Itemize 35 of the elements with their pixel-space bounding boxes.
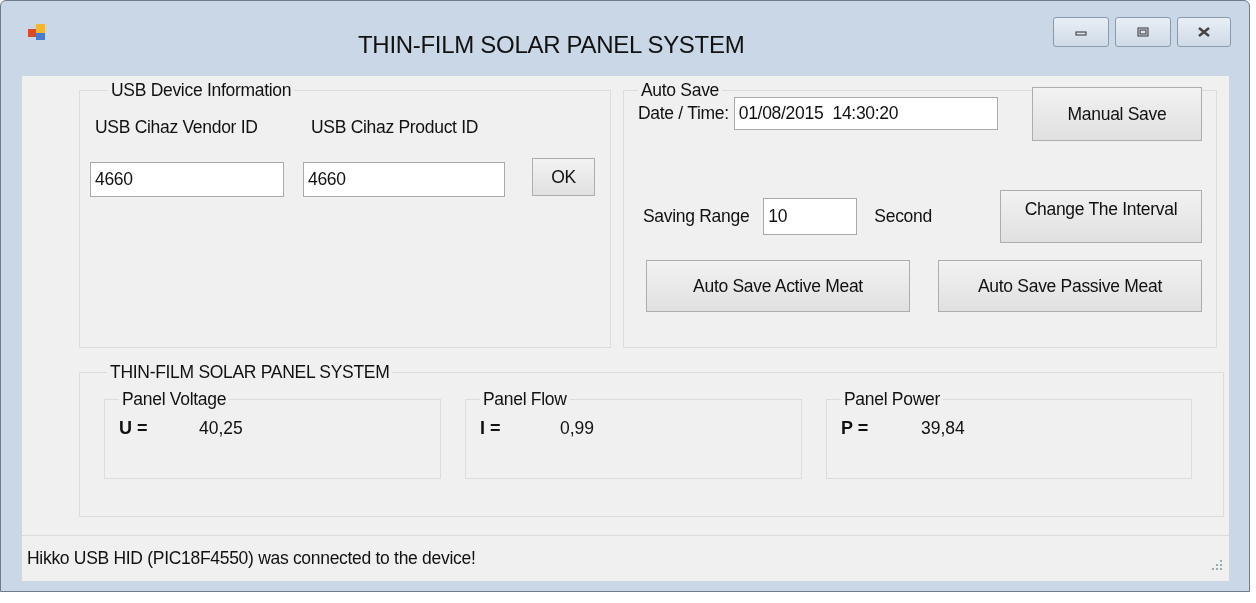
group-title: Panel Voltage (121, 389, 228, 410)
unit-label: Second (874, 206, 932, 227)
field-label: Date / Time: (638, 103, 729, 124)
maximize-icon (1136, 25, 1150, 38)
group-title: USB Device Information (110, 80, 293, 101)
input-field[interactable]: 01/08/2015 14:30:20 (733, 97, 998, 130)
field-label: Saving Range (643, 206, 750, 227)
resize-grip-icon (1209, 557, 1223, 572)
field-label: USB Cihaz Product ID (311, 117, 479, 138)
close-icon (1196, 25, 1212, 38)
manual-save-button[interactable]: Manual Save (1032, 87, 1202, 141)
auto-save-active-button[interactable]: Auto Save Active Meat (646, 260, 910, 312)
ok-button[interactable]: OK (532, 158, 595, 196)
reading-value: 39,84 (921, 418, 965, 439)
minimize-button[interactable] (1053, 16, 1109, 47)
auto-save-passive-button[interactable]: Auto Save Passive Meat (938, 260, 1202, 312)
reading-value: 0,99 (560, 418, 595, 439)
window-title: THIN-FILM SOLAR PANEL SYSTEM (358, 31, 745, 59)
change-interval-button[interactable]: Change The Interval (1000, 190, 1202, 243)
input-field[interactable]: 4660 (90, 162, 284, 197)
input-field[interactable]: 10 (763, 198, 858, 235)
group-title: Panel Power (843, 389, 941, 410)
symbol-label: U = (119, 418, 149, 439)
app-icon (27, 21, 47, 42)
input-field[interactable]: 4660 (303, 162, 505, 197)
maximize-button[interactable] (1115, 16, 1171, 47)
group-title: THIN-FILM SOLAR PANEL SYSTEM (109, 362, 391, 383)
field-label: USB Cihaz Vendor ID (95, 117, 259, 138)
status-message: Hikko USB HID (PIC18F4550) was connected to the device! (27, 548, 476, 569)
symbol-label: P = (841, 418, 870, 439)
symbol-label: I = (480, 418, 502, 439)
reading-value: 40,25 (199, 418, 243, 439)
group-title: Panel Flow (482, 389, 568, 410)
group-title: Auto Save (640, 80, 721, 101)
close-button[interactable] (1177, 16, 1231, 47)
